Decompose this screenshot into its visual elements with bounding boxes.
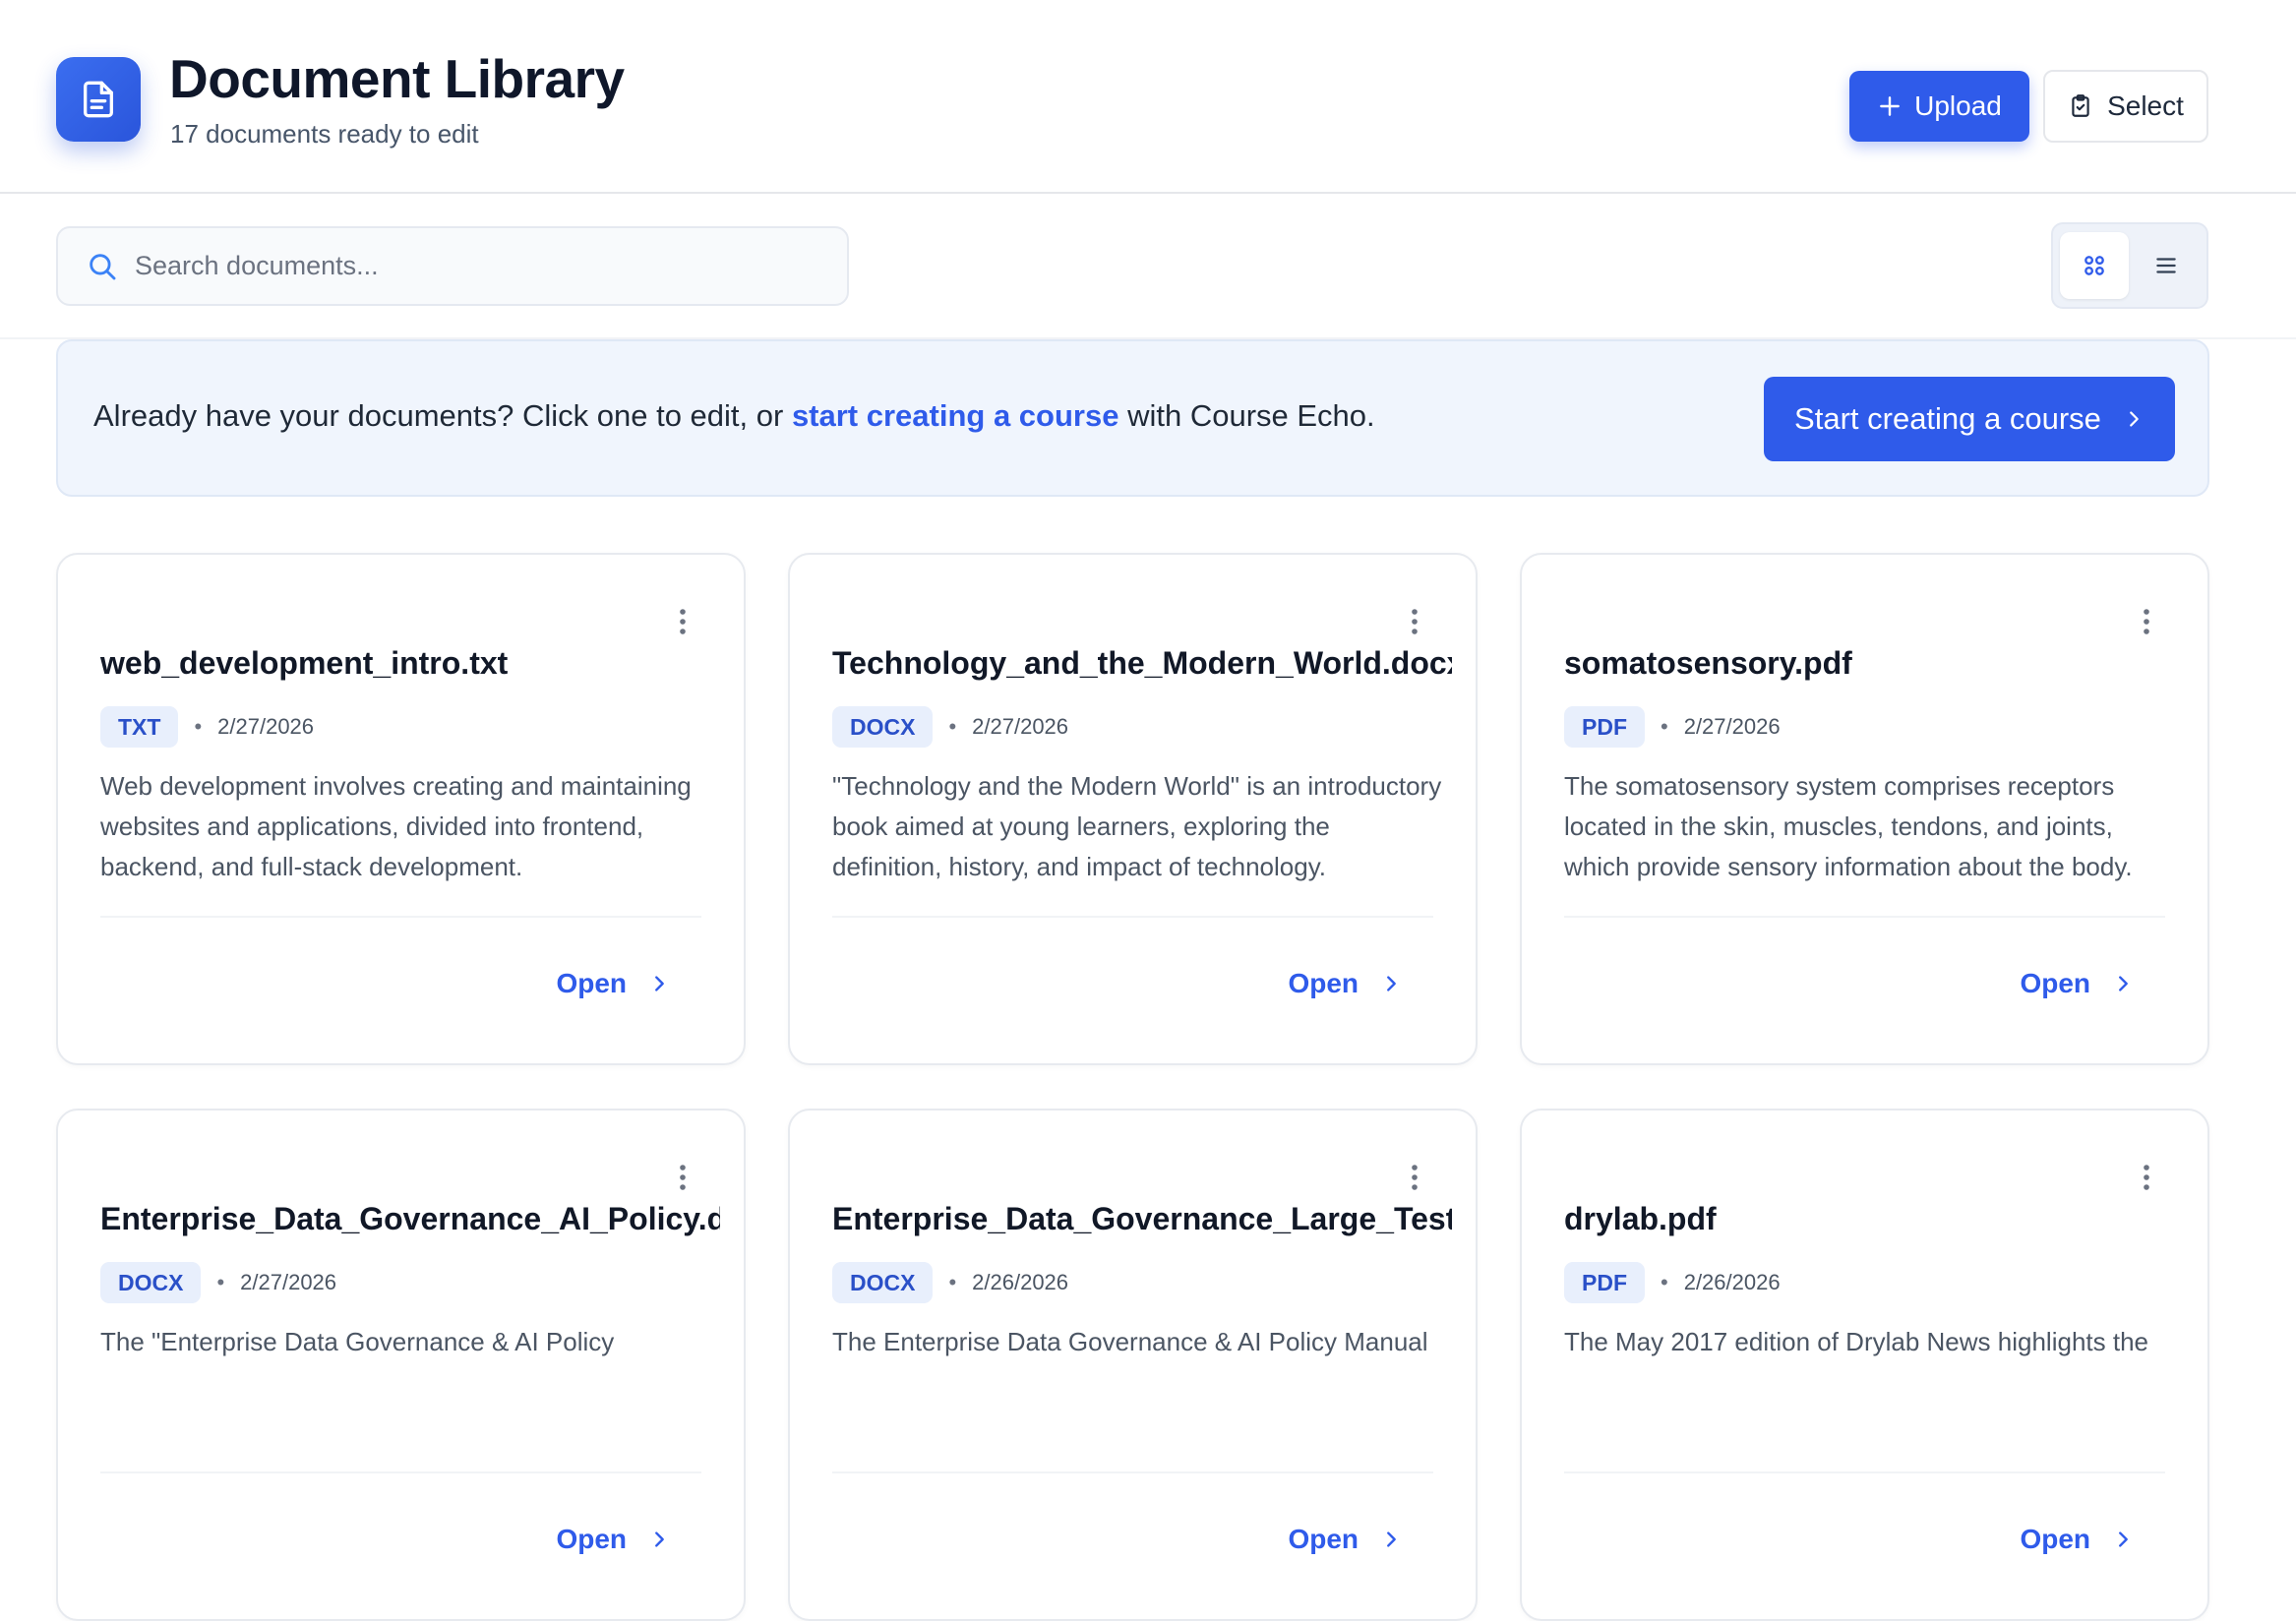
- meta-separator: •: [1661, 714, 1668, 739]
- divider: [832, 1471, 1433, 1473]
- view-toggle: [2051, 222, 2208, 309]
- chevron-right-icon: [1380, 973, 1402, 994]
- document-title: Technology_and_the_Modern_World.docx: [832, 645, 1452, 681]
- document-date: 2/26/2026: [1683, 1270, 1781, 1294]
- grid-icon: [2082, 253, 2107, 278]
- more-options-icon[interactable]: [671, 1158, 695, 1197]
- document-card[interactable]: web_development_intro.txt TXT • 2/27/202…: [56, 553, 746, 1065]
- file-type-badge: PDF: [1564, 706, 1645, 748]
- document-title: somatosensory.pdf: [1564, 645, 1852, 681]
- divider: [1564, 916, 2165, 918]
- document-date: 2/26/2026: [972, 1270, 1069, 1294]
- document-meta: DOCX • 2/27/2026: [832, 706, 1068, 748]
- document-date: 2/27/2026: [217, 714, 315, 739]
- more-options-icon[interactable]: [671, 602, 695, 641]
- list-icon: [2153, 253, 2179, 278]
- document-card[interactable]: Technology_and_the_Modern_World.docx DOC…: [788, 553, 1478, 1065]
- open-button[interactable]: Open: [1288, 968, 1402, 999]
- document-title: Enterprise_Data_Governance_Large_Test.c: [832, 1201, 1452, 1236]
- document-title: Enterprise_Data_Governance_AI_Policy.do: [100, 1201, 720, 1236]
- document-meta: TXT • 2/27/2026: [100, 706, 314, 748]
- open-button[interactable]: Open: [556, 968, 670, 999]
- file-type-badge: TXT: [100, 706, 179, 748]
- list-view-button[interactable]: [2132, 232, 2201, 299]
- open-button-label: Open: [2020, 1524, 2090, 1554]
- header: Document Library 17 documents ready to e…: [0, 0, 2296, 194]
- document-date: 2/27/2026: [972, 714, 1069, 739]
- upload-button[interactable]: Upload: [1849, 71, 2029, 142]
- banner-text-after: with Course Echo.: [1118, 398, 1375, 433]
- document-description: The May 2017 edition of Drylab News high…: [1564, 1327, 2148, 1356]
- search-box: [56, 226, 849, 306]
- more-options-icon[interactable]: [1403, 602, 1426, 641]
- chevron-right-icon: [2112, 1529, 2134, 1550]
- open-button[interactable]: Open: [2020, 1524, 2134, 1555]
- start-course-button[interactable]: Start creating a course: [1764, 377, 2175, 461]
- document-description: The Enterprise Data Governance & AI Poli…: [832, 1327, 1428, 1356]
- chevron-right-icon: [1380, 1529, 1402, 1550]
- select-button-label: Select: [2107, 90, 2184, 121]
- more-options-icon[interactable]: [2135, 1158, 2158, 1197]
- open-button-label: Open: [556, 968, 627, 998]
- open-button[interactable]: Open: [556, 1524, 670, 1555]
- document-count: 17 documents ready to edit: [170, 119, 479, 149]
- open-button[interactable]: Open: [1288, 1524, 1402, 1555]
- document-card[interactable]: Enterprise_Data_Governance_AI_Policy.do …: [56, 1109, 746, 1621]
- divider: [100, 916, 701, 918]
- open-button-label: Open: [2020, 968, 2090, 998]
- file-type-badge: DOCX: [100, 1262, 202, 1303]
- banner-text-before: Already have your documents? Click one t…: [93, 398, 792, 433]
- chevron-right-icon: [2123, 408, 2145, 430]
- chevron-right-icon: [2112, 973, 2134, 994]
- document-description: The somatosensory system comprises recep…: [1564, 771, 2133, 881]
- document-card[interactable]: somatosensory.pdf PDF • 2/27/2026 The so…: [1520, 553, 2209, 1065]
- file-type-badge: DOCX: [832, 1262, 934, 1303]
- start-course-link[interactable]: start creating a course: [792, 398, 1119, 433]
- page-title: Document Library: [169, 48, 625, 109]
- divider: [1564, 1471, 2165, 1473]
- select-button[interactable]: Select: [2043, 70, 2208, 143]
- chevron-right-icon: [648, 1529, 670, 1550]
- plus-icon: [1877, 93, 1903, 119]
- document-date: 2/27/2026: [1683, 714, 1781, 739]
- divider: [100, 1471, 701, 1473]
- meta-separator: •: [1661, 1270, 1668, 1294]
- document-date: 2/27/2026: [240, 1270, 337, 1294]
- document-card[interactable]: Enterprise_Data_Governance_Large_Test.c …: [788, 1109, 1478, 1621]
- document-description: The "Enterprise Data Governance & AI Pol…: [100, 1327, 615, 1356]
- start-course-button-label: Start creating a course: [1794, 401, 2101, 436]
- chevron-right-icon: [648, 973, 670, 994]
- document-card[interactable]: drylab.pdf PDF • 2/26/2026 The May 2017 …: [1520, 1109, 2209, 1621]
- file-type-badge: PDF: [1564, 1262, 1645, 1303]
- open-button-label: Open: [1288, 968, 1359, 998]
- file-type-badge: DOCX: [832, 706, 934, 748]
- more-options-icon[interactable]: [2135, 602, 2158, 641]
- search-input[interactable]: [135, 228, 823, 304]
- document-description: Web development involves creating and ma…: [100, 771, 692, 881]
- document-meta: DOCX • 2/26/2026: [832, 1262, 1068, 1303]
- upload-button-label: Upload: [1914, 90, 2002, 121]
- meta-separator: •: [216, 1270, 225, 1294]
- search-icon: [86, 250, 119, 288]
- more-options-icon[interactable]: [1403, 1158, 1426, 1197]
- divider: [832, 916, 1433, 918]
- meta-separator: •: [948, 714, 957, 739]
- document-title: drylab.pdf: [1564, 1201, 1717, 1236]
- open-button-label: Open: [556, 1524, 627, 1554]
- open-button-label: Open: [1288, 1524, 1359, 1554]
- banner-text: Already have your documents? Click one t…: [93, 398, 1375, 434]
- open-button[interactable]: Open: [2020, 968, 2134, 999]
- document-description: "Technology and the Modern World" is an …: [832, 771, 1442, 881]
- course-echo-banner: Already have your documents? Click one t…: [56, 339, 2209, 497]
- grid-view-button[interactable]: [2060, 232, 2129, 299]
- toolbar: [0, 196, 2296, 339]
- meta-separator: •: [948, 1270, 957, 1294]
- document-meta: DOCX • 2/27/2026: [100, 1262, 336, 1303]
- document-meta: PDF • 2/26/2026: [1564, 1262, 1781, 1303]
- document-title: web_development_intro.txt: [100, 645, 509, 681]
- document-icon: [56, 57, 141, 142]
- clipboard-check-icon: [2068, 93, 2093, 119]
- meta-separator: •: [194, 714, 203, 739]
- document-meta: PDF • 2/27/2026: [1564, 706, 1781, 748]
